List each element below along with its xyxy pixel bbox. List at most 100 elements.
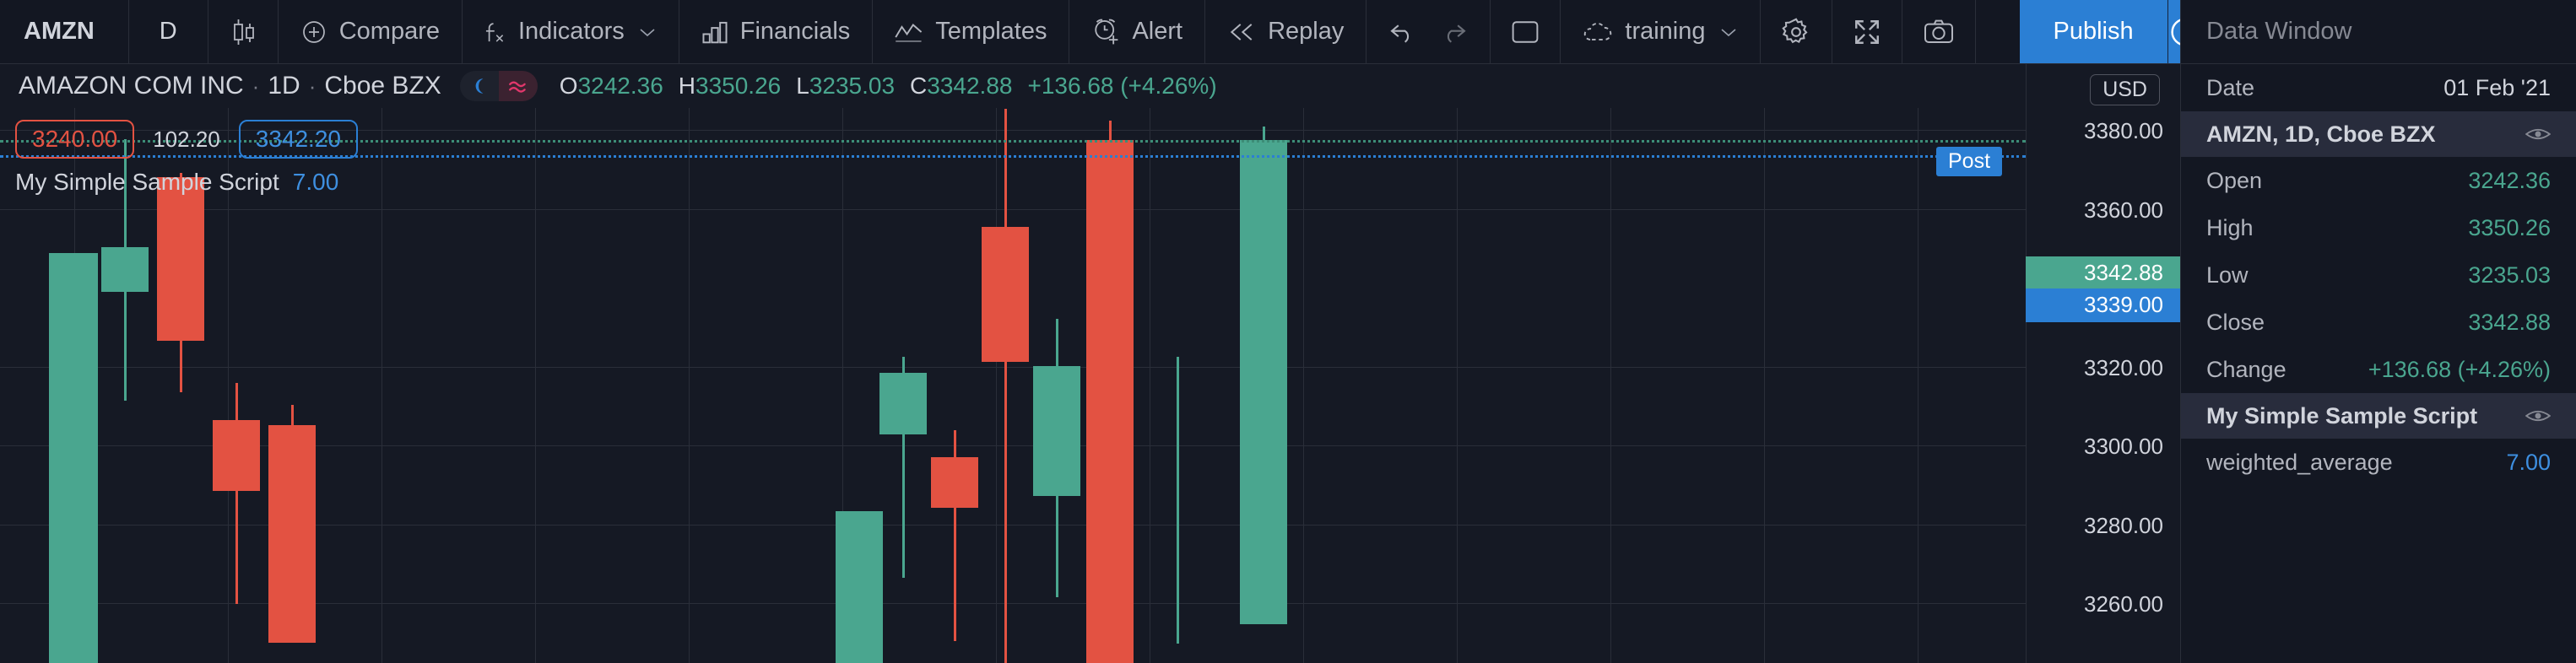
templates-button[interactable]: Templates [873,0,1070,63]
chart-type-button[interactable] [208,0,279,63]
gridline-horizontal [0,209,2026,210]
chevron-down-icon[interactable] [1719,26,1738,38]
ohlc-low-label: L [796,73,809,99]
symbol-search-button[interactable]: AMZN [0,0,129,63]
row-key: Open [2206,167,2263,193]
templates-label: Templates [935,18,1047,45]
compare-label: Compare [338,18,440,45]
gridline-vertical [535,108,536,663]
data-window-panel: Data Window Date 01 Feb '21 AMZN, 1D, Cb… [2180,0,2576,663]
price-scale[interactable]: USD 3380.00 3360.00 3342.88 3339.00 3320… [2026,64,2180,663]
row-value: 3235.03 [2468,261,2551,288]
cloud-dashed-icon [1583,20,1613,44]
price-tick: 3280.00 [2084,513,2163,538]
single-layout-icon [1511,19,1540,45]
publish-button[interactable]: Publish [2019,0,2168,63]
camera-icon [1923,19,1955,46]
script-value: 7.00 [292,169,339,195]
row-value: 3242.36 [2468,167,2551,193]
function-fx-icon [484,19,506,46]
moon-icon[interactable] [459,71,499,101]
top-toolbar: AMZN D Compare Indicators Financials Tem… [0,0,2202,64]
close-price-highlight: 3342.88 [2026,256,2180,290]
interval-label: D [159,18,177,45]
fullscreen-button[interactable] [1832,0,1902,63]
ohlc-open-value: 3242.36 [577,73,663,99]
legend-exchange[interactable]: Cboe BZX [324,72,441,100]
ohlc-close-value: 3342.88 [927,73,1013,99]
gridline-vertical [1610,108,1611,663]
currency-chip[interactable]: USD [2090,74,2160,105]
gridline-vertical [1303,108,1304,663]
row-key: weighted_average [2206,449,2393,475]
row-key: Close [2206,309,2265,335]
script-legend[interactable]: My Simple Sample Script 7.00 [15,169,338,196]
gear-icon [1781,17,1811,47]
alert-button[interactable]: Alert [1069,0,1206,63]
alarm-clock-plus-icon [1091,18,1120,46]
workspace-button[interactable]: training [1561,0,1761,63]
replay-button[interactable]: Replay [1205,0,1367,63]
indicators-label: Indicators [518,18,625,45]
layout-button[interactable] [1491,0,1561,63]
post-price-highlight: 3339.00 [2026,288,2180,322]
gridline-horizontal [0,367,2026,368]
undo-arrow-icon[interactable] [1388,21,1417,43]
symbol-label: AMZN [24,18,95,45]
eye-icon[interactable] [2525,126,2551,143]
candlestick-icon [229,16,257,48]
price-tick: 3380.00 [2084,118,2163,143]
ohlc-values: O 3242.36 H 3350.26 L 3235.03 C 3342.88 … [560,73,1217,100]
legend-separator: · [308,73,317,99]
script-header-row[interactable]: My Simple Sample Script [2181,393,2576,439]
price-tick: 3360.00 [2084,197,2163,223]
snapshot-button[interactable] [1902,0,1976,63]
series-header-row[interactable]: AMZN, 1D, Cboe BZX [2181,111,2576,157]
ohlc-high-value: 3350.26 [695,73,782,99]
bar-chart-icon [701,19,728,45]
fullscreen-icon [1853,18,1881,46]
price-range-value: 102.20 [153,126,220,152]
row-value: +136.68 (+4.26%) [2368,356,2551,382]
company-name[interactable]: AMAZON COM INC [19,72,244,100]
legend-interval[interactable]: 1D [268,72,300,100]
chart-legend: AMAZON COM INC · 1D · Cboe BZX O 3242.36… [0,64,2026,108]
gridline-vertical [996,108,997,663]
workspace-label: training [1625,18,1706,45]
row-key: Low [2206,261,2249,288]
tradingview-chart-app: AMZN D Compare Indicators Financials Tem… [0,0,2576,663]
data-row-weighted-average: weighted_average 7.00 [2181,439,2576,486]
data-window-title: Data Window [2181,0,2576,64]
redo-arrow-icon[interactable] [1439,21,1468,43]
ohlc-close-label: C [910,73,928,99]
row-value: 3342.88 [2468,309,2551,335]
gridline-vertical [689,108,690,663]
chevron-down-icon[interactable] [638,26,657,38]
eye-icon[interactable] [2525,407,2551,424]
rewind-icon [1227,21,1256,43]
row-key: Change [2206,356,2286,382]
data-row-high: High 3350.26 [2181,204,2576,251]
financials-button[interactable]: Financials [679,0,874,63]
interval-button[interactable]: D [129,0,208,63]
gridline-vertical [1457,108,1458,663]
ohlc-change-value: +136.68 (+4.26%) [1027,73,1217,99]
data-row-open: Open 3242.36 [2181,157,2576,204]
publish-label: Publish [2053,18,2134,45]
script-name: My Simple Sample Script [15,169,279,195]
legend-separator: · [252,73,260,99]
low-price-badge[interactable]: 3240.00 [15,120,135,159]
high-price-badge[interactable]: 3342.20 [238,120,358,159]
session-toggle[interactable] [459,71,538,101]
wave-tilde-icon[interactable] [498,71,538,101]
row-value: 3350.26 [2468,214,2551,240]
data-row-low: Low 3235.03 [2181,251,2576,299]
date-value: 01 Feb '21 [2443,74,2551,100]
ohlc-open-label: O [559,73,578,99]
gridline-vertical [1764,108,1765,663]
settings-button[interactable] [1761,0,1832,63]
compare-button[interactable]: Compare [279,0,463,63]
indicators-button[interactable]: Indicators [463,0,679,63]
ohlc-low-value: 3235.03 [809,73,896,99]
